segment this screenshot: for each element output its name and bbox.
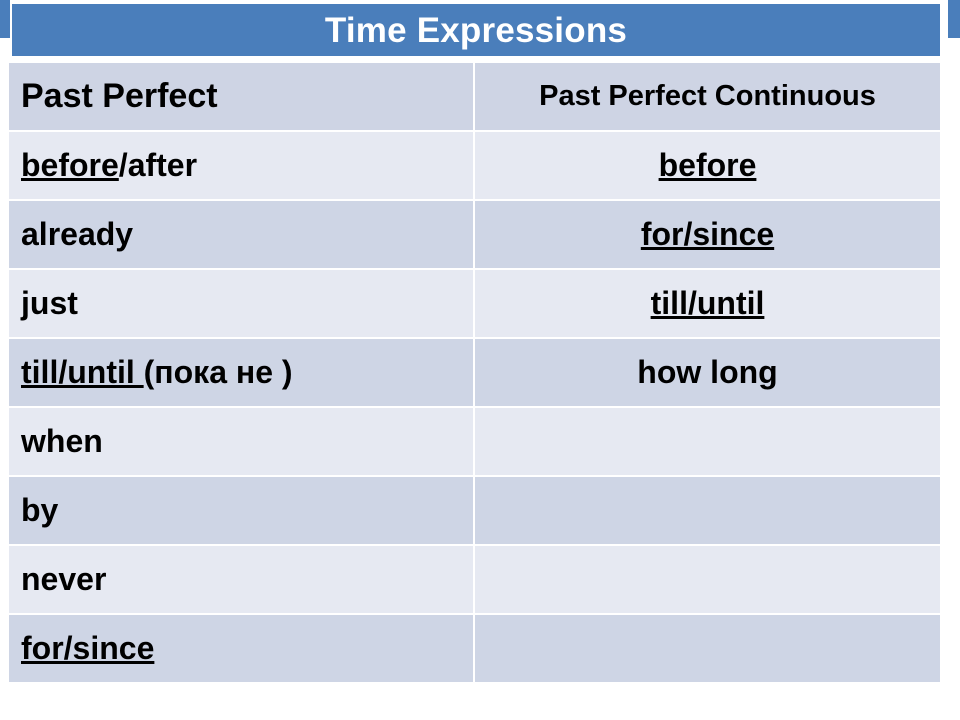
time-expressions-table: Past Perfect Past Perfect Continuous bef… bbox=[9, 63, 940, 682]
cell-past-perfect-continuous: how long bbox=[475, 339, 940, 408]
cell-past-perfect: when bbox=[9, 408, 475, 477]
cell-past-perfect: till/until (пока не ) bbox=[9, 339, 475, 408]
plain-term: when bbox=[21, 423, 103, 459]
table-row: already for/since bbox=[9, 201, 940, 270]
underlined-term: till/until bbox=[21, 354, 144, 390]
slide-title-bar: Time Expressions bbox=[12, 4, 940, 56]
cell-past-perfect-continuous bbox=[475, 546, 940, 615]
cell-past-perfect-continuous bbox=[475, 477, 940, 546]
page-title: Time Expressions bbox=[324, 10, 628, 50]
plain-term: already bbox=[21, 216, 134, 252]
table-row: for/since bbox=[9, 615, 940, 682]
column-header-past-perfect-continuous: Past Perfect Continuous bbox=[475, 63, 940, 132]
table-header-row: Past Perfect Past Perfect Continuous bbox=[9, 63, 940, 132]
cell-past-perfect-continuous: till/until bbox=[475, 270, 940, 339]
table-row: when bbox=[9, 408, 940, 477]
cell-past-perfect-continuous bbox=[475, 408, 940, 477]
plain-term: how long bbox=[637, 354, 778, 390]
underlined-term: before bbox=[658, 147, 757, 183]
underlined-term: till/until bbox=[650, 285, 765, 321]
table-body: Past Perfect Past Perfect Continuous bef… bbox=[9, 63, 940, 682]
cell-past-perfect-continuous bbox=[475, 615, 940, 682]
slide-canvas: Time Expressions Past Perfect Past Perfe… bbox=[0, 0, 960, 720]
underlined-term: for/since bbox=[640, 216, 775, 252]
plain-term: never bbox=[21, 561, 107, 597]
cell-past-perfect: just bbox=[9, 270, 475, 339]
cell-past-perfect: before/after bbox=[9, 132, 475, 201]
decorative-corner-tab-right bbox=[948, 0, 960, 38]
cell-past-perfect: for/since bbox=[9, 615, 475, 682]
cell-past-perfect-continuous: for/since bbox=[475, 201, 940, 270]
plain-term: /after bbox=[118, 147, 198, 183]
plain-term: by bbox=[21, 492, 59, 528]
table-row: just till/until bbox=[9, 270, 940, 339]
cell-past-perfect: by bbox=[9, 477, 475, 546]
cell-past-perfect-continuous: before bbox=[475, 132, 940, 201]
table-row: till/until (пока не ) how long bbox=[9, 339, 940, 408]
table-row: never bbox=[9, 546, 940, 615]
cell-past-perfect: already bbox=[9, 201, 475, 270]
underlined-term: before bbox=[21, 147, 119, 183]
decorative-corner-tab-left bbox=[0, 0, 10, 38]
table-row: before/after before bbox=[9, 132, 940, 201]
plain-term: just bbox=[21, 285, 78, 321]
cell-past-perfect: never bbox=[9, 546, 475, 615]
table-row: by bbox=[9, 477, 940, 546]
underlined-term: for/since bbox=[21, 630, 155, 666]
column-header-past-perfect: Past Perfect bbox=[9, 63, 475, 132]
plain-term: (пока не ) bbox=[143, 354, 293, 390]
